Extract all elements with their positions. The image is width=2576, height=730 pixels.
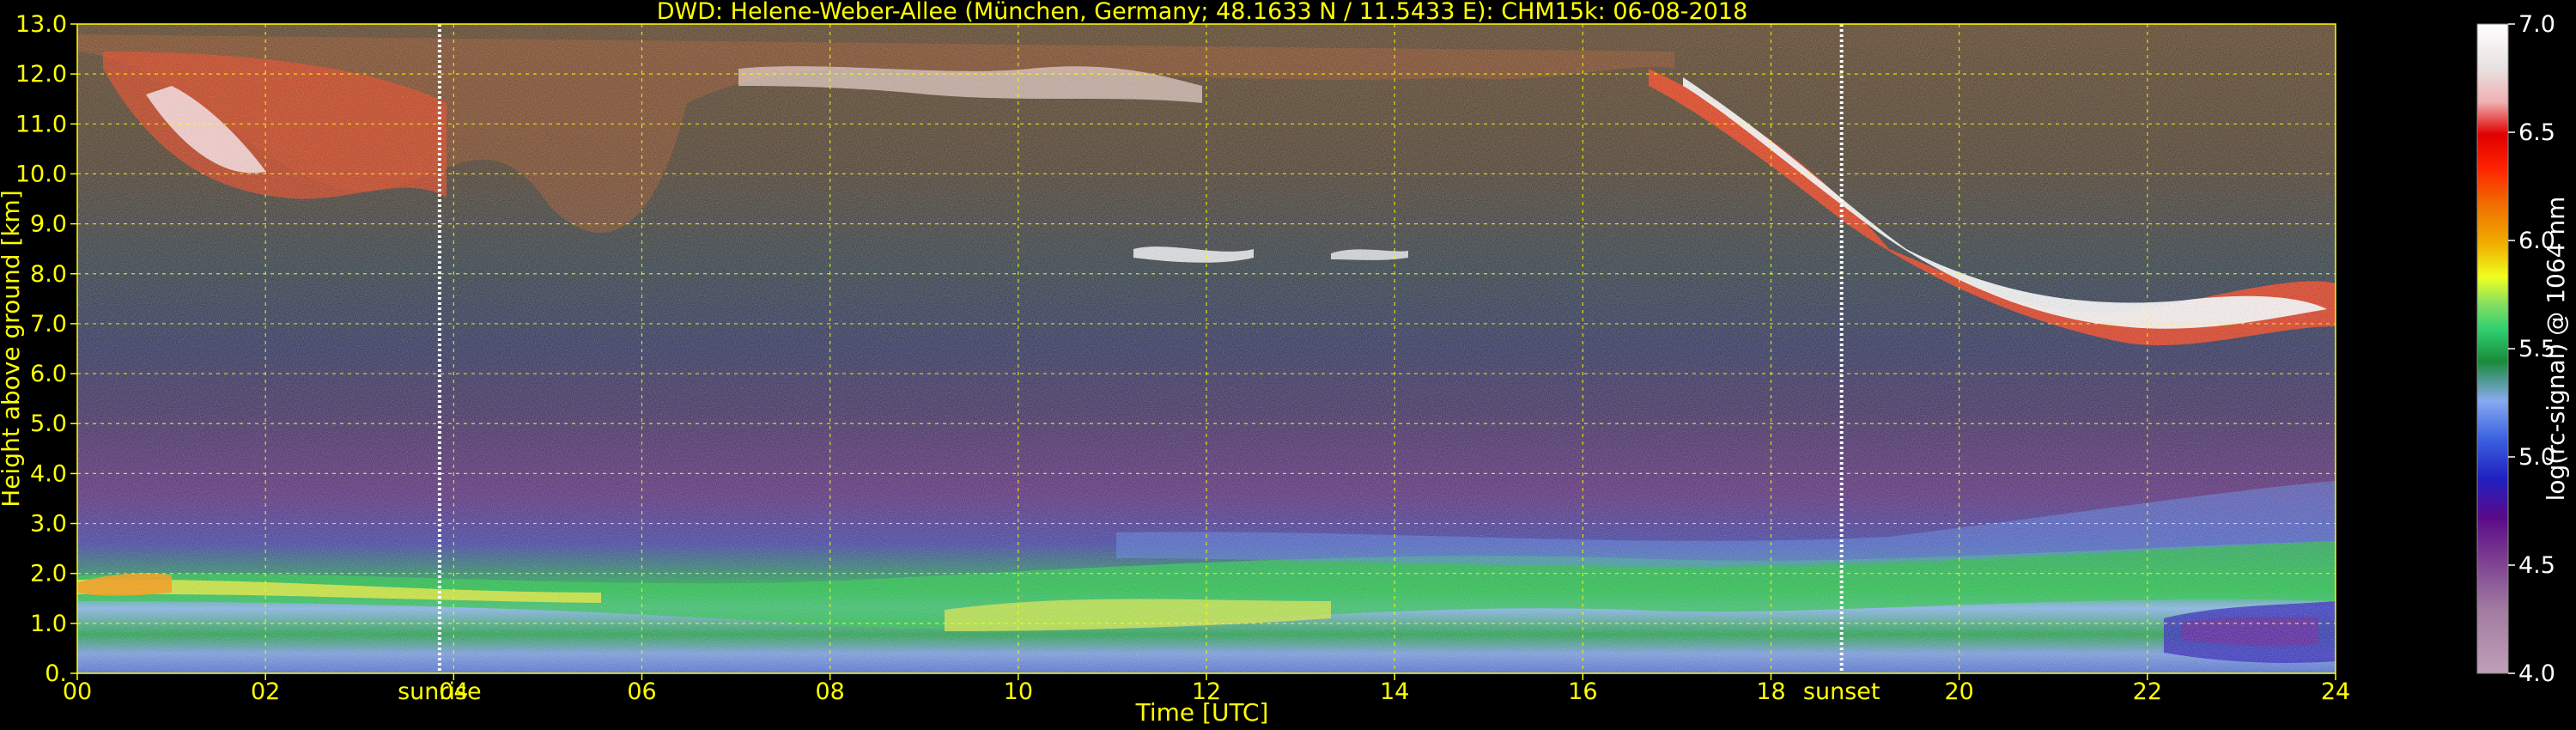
x-tick-label: 10 [1004,678,1033,705]
y-tick-label: 5.0 [30,411,67,437]
y-tick-label: 13.0 [15,11,67,38]
x-tick-label: 06 [627,678,656,705]
backscatter-chart: 00 02 04 06 08 10 12 14 16 18 20 22 24 0.1.02.03.04.… [0,0,2570,727]
x-tick-label: 18 [1756,678,1785,705]
x-tick-label: 20 [1944,678,1973,705]
y-tick-label: 10.0 [15,161,67,187]
x-tick-label: 16 [1568,678,1597,705]
colorbar-tick-label: 6.5 [2518,119,2555,146]
x-tick-label: 08 [815,678,844,705]
sunrise-label: sunrise [398,678,482,705]
y-tick-label: 1.0 [30,611,67,637]
y-tick-label: 3.0 [30,511,67,538]
colorbar-tick-label: 7.0 [2518,11,2555,38]
sunset-label: sunset [1803,678,1880,705]
x-axis-label: Time [UTC] [1135,698,1269,727]
y-tick-label: 11.0 [15,111,67,137]
x-tick-label: 02 [251,678,280,705]
y-tick-label: 7.0 [30,311,67,338]
x-tick-label: 14 [1380,678,1409,705]
y-axis-label: Height above ground [km] [0,190,25,508]
y-tick-label: 2.0 [30,561,67,587]
y-tick-label: 12.0 [15,61,67,88]
colorbar [2476,23,2509,674]
colorbar-label: log(rc-signal) @ 1064 nm [2542,197,2570,502]
plot-area [77,24,2336,673]
y-tick-label: 0. [45,660,67,687]
colorbar-tick-label: 4.0 [2518,660,2555,687]
y-tick-label: 4.0 [30,460,67,487]
y-tick-label: 6.0 [30,361,67,387]
y-tick-label: 8.0 [30,261,67,288]
x-tick-label: 22 [2133,678,2162,705]
x-tick-label: 24 [2321,678,2350,705]
colorbar-tick-label: 4.5 [2518,552,2555,579]
y-tick-label: 9.0 [30,211,67,238]
chart-title: DWD: Helene-Weber-Allee (München, German… [657,0,1748,25]
